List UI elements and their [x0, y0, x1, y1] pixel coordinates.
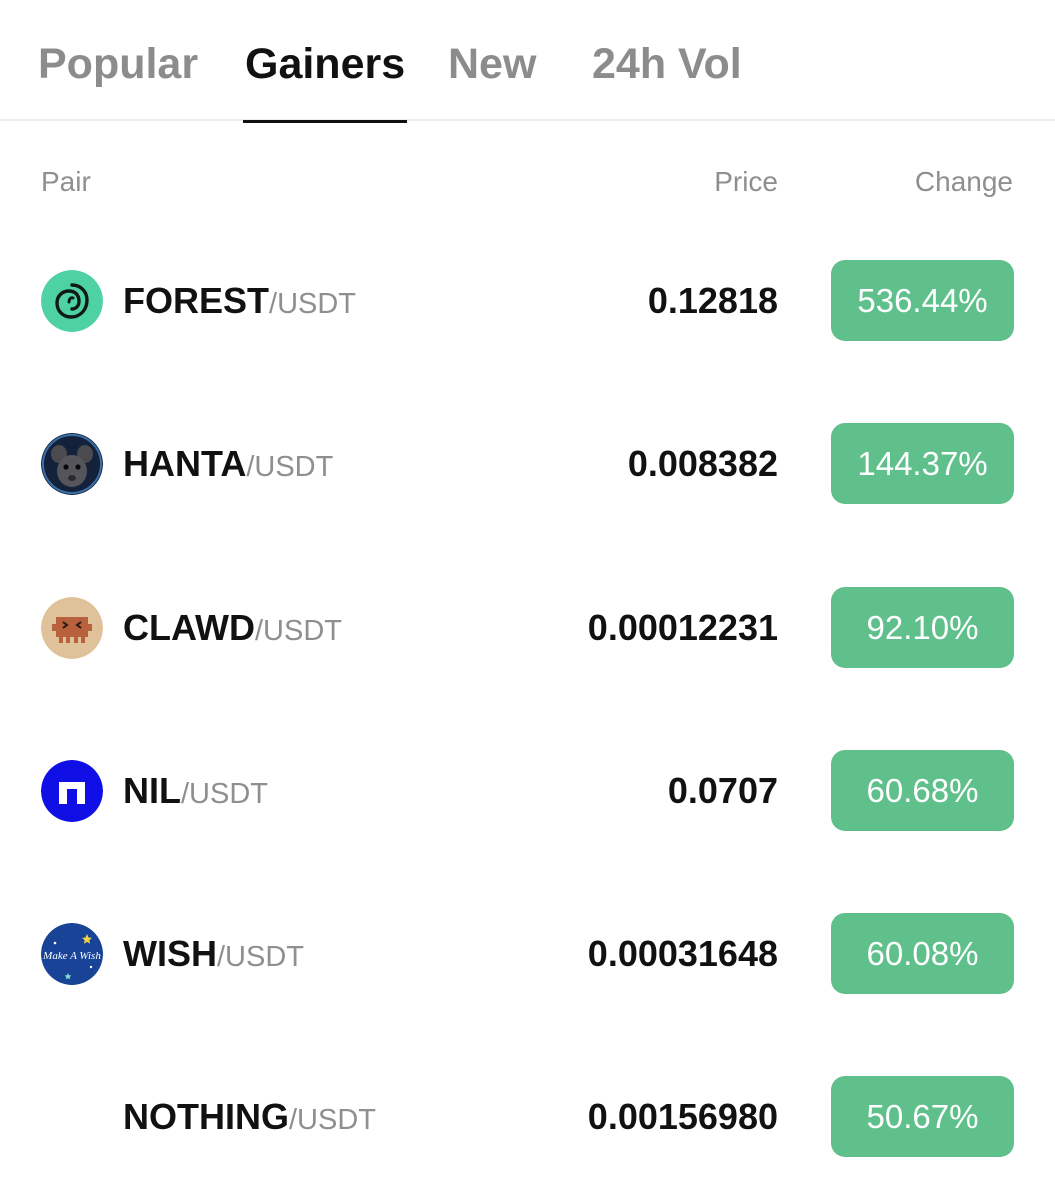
hanta-coin-icon [41, 433, 103, 495]
price-value: 0.00031648 [587, 933, 778, 974]
wish-coin-icon: Make A Wish [41, 923, 103, 985]
change-badge[interactable]: 144.37% [831, 423, 1014, 504]
price-value: 0.00012231 [587, 607, 778, 648]
pair-name: NOTHING/USDT [123, 1096, 376, 1137]
table-row[interactable]: FOREST/USDT 0.12818 536.44% [0, 260, 1055, 342]
market-tabs: Popular Gainers New 24h Vol [0, 0, 1055, 123]
pair-name: CLAWD/USDT [123, 607, 342, 648]
nil-coin-icon [41, 760, 103, 822]
pair-name: FOREST/USDT [123, 280, 357, 321]
table-row[interactable]: CLAWD/USDT 0.00012231 92.10% [0, 587, 1055, 669]
table-row[interactable]: HANTA/USDT 0.008382 144.37% [0, 423, 1055, 505]
price-column-header[interactable]: Price [714, 165, 778, 199]
svg-text:Make A Wish: Make A Wish [42, 950, 101, 962]
table-row[interactable]: NIL/USDT 0.0707 60.68% [0, 750, 1055, 832]
forest-coin-icon [41, 270, 103, 332]
change-badge[interactable]: 60.68% [831, 750, 1014, 831]
price-value: 0.00156980 [587, 1096, 778, 1137]
tab-new[interactable]: New [448, 38, 536, 121]
change-column-header[interactable]: Change [915, 165, 1013, 199]
pair-column-header: Pair [41, 166, 91, 197]
change-badge[interactable]: 536.44% [831, 260, 1014, 341]
tab-popular[interactable]: Popular [38, 38, 198, 121]
clawd-coin-icon [41, 597, 103, 659]
table-row[interactable]: NOTHING/USDT 0.00156980 50.67% [0, 1076, 1055, 1158]
change-badge[interactable]: 60.08% [831, 913, 1014, 994]
tab-gainers[interactable]: Gainers [242, 38, 408, 123]
pair-name: NIL/USDT [123, 770, 268, 811]
change-badge[interactable]: 92.10% [831, 587, 1014, 668]
pair-name: WISH/USDT [123, 933, 304, 974]
change-badge[interactable]: 50.67% [831, 1076, 1014, 1157]
pair-name: HANTA/USDT [123, 443, 334, 484]
price-value: 0.008382 [627, 443, 778, 484]
price-value: 0.12818 [647, 280, 778, 321]
tab-24h-vol[interactable]: 24h Vol [592, 38, 742, 121]
price-value: 0.0707 [667, 770, 778, 811]
table-row[interactable]: Make A Wish WISH/USDT 0.00031648 60.08% [0, 913, 1055, 995]
